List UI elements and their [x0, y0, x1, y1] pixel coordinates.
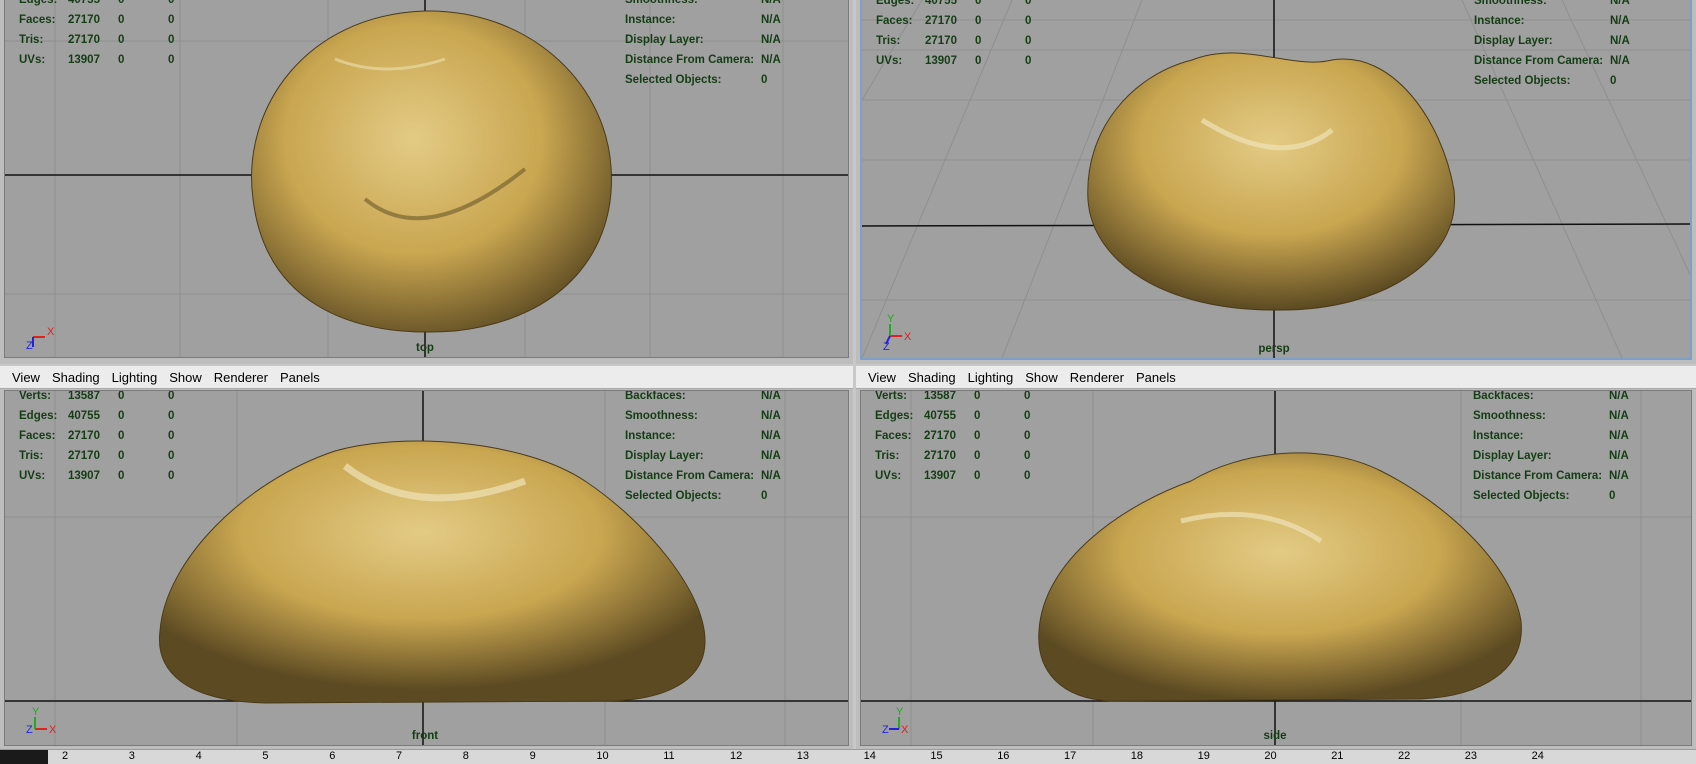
panel-top: Edges: 40755 0 0 Faces: 27170 0 0 Tris: 27170 0 0…	[0, 0, 853, 364]
svg-text:X: X	[49, 724, 57, 736]
viewport-side[interactable]: Verts: 13587 0 0 Edges: 40755 0 0 Faces: 27170 0…	[860, 390, 1692, 746]
menu-show[interactable]: Show	[163, 370, 208, 385]
viewport-persp[interactable]: Edges: 40755 0 0 Faces: 27170 0 0 Tris: 27170 0 0…	[860, 0, 1692, 360]
hud-info-top: Smoothness: N/A Instance: N/A Display Laye…	[625, 0, 781, 86]
timeline-tick: 20	[1264, 750, 1277, 762]
svg-text:Z: Z	[882, 724, 889, 736]
menu-view[interactable]: View	[862, 370, 902, 385]
menu-renderer[interactable]: Renderer	[208, 370, 274, 385]
menu-show[interactable]: Show	[1019, 370, 1064, 385]
svg-text:Y: Y	[887, 313, 895, 325]
camera-label-top: top	[416, 342, 434, 354]
timeline-tick: 5	[262, 750, 269, 762]
hud-stats-persp: Edges: 40755 0 0 Faces: 27170 0 0 Tris: 27170 0 0…	[876, 0, 1032, 67]
timeline-tick: 22	[1398, 750, 1411, 762]
hud-row: Tris: 27170 0 0	[19, 34, 175, 46]
camera-label-side: side	[1263, 730, 1287, 742]
rock-side	[1038, 452, 1522, 702]
panel-front: View Shading Lighting Show Renderer Pane…	[0, 366, 853, 750]
menu-view[interactable]: View	[6, 370, 46, 385]
axis-gizmo-front: X Y Z	[26, 706, 57, 736]
timeline-tick: 23	[1464, 750, 1478, 762]
svg-text:Z: Z	[26, 340, 33, 349]
camera-label-front: front	[411, 730, 439, 742]
camera-label-persp: persp	[1258, 343, 1290, 355]
panel-side: View Shading Lighting Show Renderer Pane…	[856, 366, 1696, 750]
timeline-tick: 15	[930, 750, 943, 762]
menu-panels[interactable]: Panels	[274, 370, 326, 385]
timeline-tick: 19	[1197, 750, 1210, 762]
hud-row: Faces: 27170 0 0	[19, 14, 175, 26]
timeline-tick: 16	[997, 750, 1010, 762]
menu-shading[interactable]: Shading	[46, 370, 106, 385]
timeline-tick: 2	[62, 750, 69, 762]
axis-gizmo-persp: X Y Z	[883, 313, 912, 350]
timeline-tick: 4	[195, 750, 202, 762]
menu-lighting[interactable]: Lighting	[106, 370, 164, 385]
hud-info-front: Backfaces: N/A Smoothness: N/A Instance: N/…	[625, 390, 781, 502]
menu-lighting[interactable]: Lighting	[962, 370, 1020, 385]
timeline-tick: 9	[529, 750, 536, 762]
current-frame-marker[interactable]	[0, 750, 48, 764]
timeline-tick: 10	[596, 750, 609, 762]
rock-front	[158, 440, 706, 704]
svg-text:X: X	[47, 326, 55, 338]
hud-stats-front: Verts: 13587 0 0 Edges: 40755 0 0 Faces: 27170 0…	[19, 390, 175, 482]
menu-renderer[interactable]: Renderer	[1064, 370, 1130, 385]
svg-text:X: X	[901, 724, 909, 736]
hud-info-persp: Smoothness: N/A Instance: N/A Display Laye…	[1474, 0, 1630, 87]
timeline-tick: 24	[1531, 750, 1544, 762]
timeline-tick: 14	[863, 750, 876, 762]
timeline-tick: 13	[796, 750, 810, 762]
panel-persp: Edges: 40755 0 0 Faces: 27170 0 0 Tris: 27170 0 0…	[856, 0, 1696, 364]
svg-text:Y: Y	[32, 706, 40, 718]
viewport-front[interactable]: Verts: 13587 0 0 Edges: 40755 0 0 Faces: 27170 0…	[4, 390, 849, 746]
svg-text:X: X	[904, 331, 912, 343]
hud-stats-top: Edges: 40755 0 0 Faces: 27170 0 0 Tris: 27170 0 0…	[19, 0, 174, 70]
svg-text:Z: Z	[26, 724, 33, 736]
rock-persp	[1087, 52, 1456, 311]
timeline-tick: 11	[663, 750, 675, 762]
timeline-tick: 3	[128, 750, 135, 762]
axis-gizmo-side: Y Z X	[882, 706, 909, 736]
timeline-tick: 18	[1130, 750, 1144, 762]
menu-shading[interactable]: Shading	[902, 370, 962, 385]
hud-row: Edges: 40755 0 0	[19, 0, 175, 6]
rock-top	[251, 10, 612, 333]
svg-text:Z: Z	[883, 341, 890, 350]
timeline-ruler[interactable]: 2 3 4 5 6 7 8 9 10 11 12 13 14 15 16 17 18 19 20 21 22 23 24	[0, 749, 1696, 764]
timeline-tick: 8	[462, 750, 469, 762]
timeline-tick: 17	[1064, 750, 1077, 762]
axis-gizmo-top: X Z	[26, 326, 55, 349]
timeline-tick: 6	[329, 750, 336, 762]
timeline-tick: 21	[1331, 750, 1344, 762]
timeline-tick: 7	[396, 750, 403, 762]
viewport-top[interactable]: Edges: 40755 0 0 Faces: 27170 0 0 Tris: 27170 0 0…	[4, 0, 849, 358]
hud-row: UVs: 13907 0 0	[19, 54, 175, 66]
hud-info-side: Backfaces: N/A Smoothness: N/A Instance: N/…	[1473, 390, 1629, 502]
svg-text:Y: Y	[896, 706, 904, 718]
menubar-side: View Shading Lighting Show Renderer Pane…	[856, 366, 1696, 389]
menu-panels[interactable]: Panels	[1130, 370, 1182, 385]
menubar-front: View Shading Lighting Show Renderer Pane…	[0, 366, 853, 389]
timeline-tick: 12	[730, 750, 743, 762]
hud-stats-side: Verts: 13587 0 0 Edges: 40755 0 0 Faces: 27170 0…	[875, 390, 1031, 482]
